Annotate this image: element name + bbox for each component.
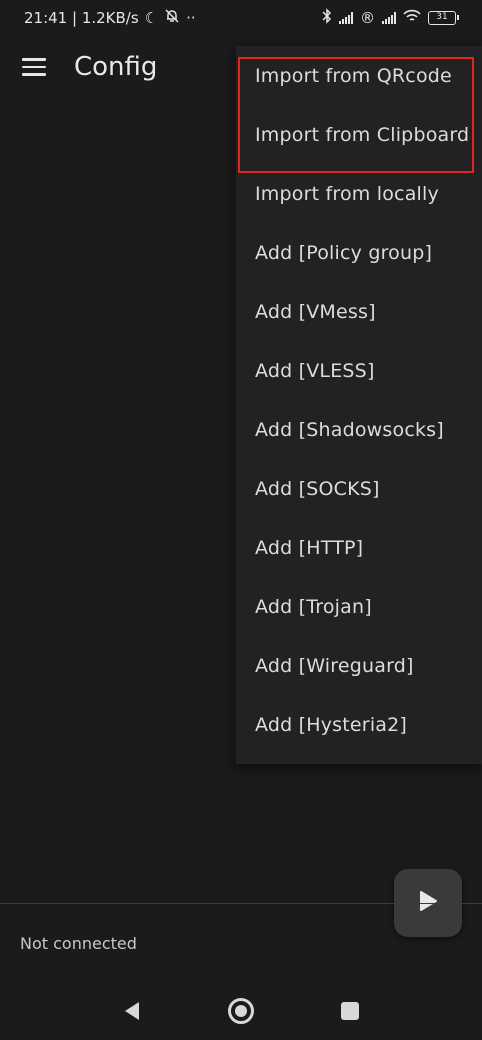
page-title: Config	[74, 52, 158, 82]
navigation-bar	[0, 980, 482, 1040]
menu-item-add-hysteria2[interactable]: Add [Hysteria2]	[236, 695, 482, 754]
home-circle-icon[interactable]	[228, 998, 254, 1024]
menu-item-add-socks[interactable]: Add [SOCKS]	[236, 459, 482, 518]
menu-item-add-vless[interactable]: Add [VLESS]	[236, 341, 482, 400]
status-bar: 21:41 | 1.2KB/s ☾ ·· ® 31	[0, 0, 482, 36]
menu-item-add-shadowsocks[interactable]: Add [Shadowsocks]	[236, 400, 482, 459]
status-right: ® 31	[322, 8, 459, 27]
menu-item-import-clipboard[interactable]: Import from Clipboard	[236, 105, 482, 164]
wifi-icon	[403, 9, 421, 26]
status-left: 21:41 | 1.2KB/s ☾ ··	[24, 8, 196, 28]
menu-item-add-vmess[interactable]: Add [VMess]	[236, 282, 482, 341]
add-config-dropdown: Import from QRcode Import from Clipboard…	[236, 46, 482, 764]
hamburger-menu-icon[interactable]	[22, 58, 46, 76]
more-dots: ··	[186, 9, 196, 27]
menu-item-add-trojan[interactable]: Add [Trojan]	[236, 577, 482, 636]
connection-status[interactable]: Not connected	[20, 934, 137, 953]
menu-item-import-qrcode[interactable]: Import from QRcode	[236, 46, 482, 105]
menu-item-add-policy-group[interactable]: Add [Policy group]	[236, 223, 482, 282]
moon-icon: ☾	[144, 9, 159, 27]
time-and-speed: 21:41 | 1.2KB/s	[24, 9, 139, 27]
menu-item-add-wireguard[interactable]: Add [Wireguard]	[236, 636, 482, 695]
recents-square-icon[interactable]	[341, 1002, 359, 1020]
divider	[0, 903, 482, 904]
signal-icon-2	[382, 11, 396, 24]
back-triangle-icon[interactable]	[122, 1000, 142, 1026]
menu-item-import-locally[interactable]: Import from locally	[236, 164, 482, 223]
battery-icon: 31	[428, 10, 459, 25]
muted-bell-icon	[164, 8, 180, 28]
registered-icon: ®	[360, 8, 375, 27]
bluetooth-icon	[322, 8, 332, 27]
menu-item-add-http[interactable]: Add [HTTP]	[236, 518, 482, 577]
signal-icon-1	[339, 11, 353, 24]
